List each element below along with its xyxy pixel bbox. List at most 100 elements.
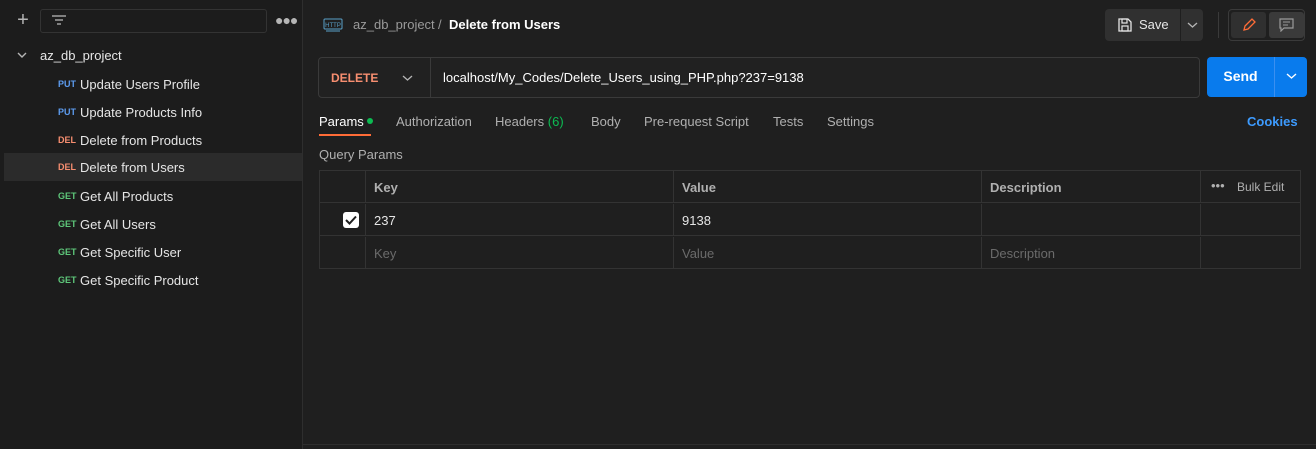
save-label: Save [1139, 17, 1169, 32]
save-options-button[interactable] [1180, 9, 1203, 41]
empty-cell [1201, 237, 1300, 269]
table-row-empty: Key Value Description [320, 237, 1300, 269]
tab-label: Params [319, 114, 364, 129]
save-icon [1118, 18, 1132, 32]
more-options-icon[interactable]: ••• [1211, 178, 1225, 193]
query-params-label: Query Params [319, 147, 403, 162]
params-table: Key Value Description ••• Bulk Edit 237 … [319, 170, 1301, 269]
send-button-group: Send [1207, 57, 1307, 97]
request-label: Update Users Profile [80, 77, 200, 92]
svg-text:HTTP: HTTP [325, 23, 341, 29]
edit-mode-button[interactable] [1231, 12, 1266, 38]
breadcrumb-separator: / [438, 17, 442, 32]
table-row: 237 9138 [320, 204, 1300, 236]
header-cell: Key [366, 171, 674, 203]
method-badge: PUT [58, 79, 76, 89]
headers-count: (6) [547, 114, 564, 129]
sidebar-request-item-active[interactable]: DEL Delete from Users [4, 153, 302, 181]
tab-pre-request-script[interactable]: Pre-request Script [644, 114, 749, 129]
header-cell: Description [982, 171, 1201, 203]
sidebar-request-item[interactable]: DEL Delete from Products [4, 126, 302, 154]
tab-tests[interactable]: Tests [773, 114, 803, 129]
new-key-input[interactable]: Key [366, 237, 674, 269]
tab-settings[interactable]: Settings [827, 114, 874, 129]
tab-authorization[interactable]: Authorization [396, 114, 472, 129]
more-options-icon[interactable]: ●●● [275, 11, 298, 29]
checkbox-cell [320, 204, 366, 236]
request-label: Delete from Users [80, 160, 185, 175]
sidebar-request-item[interactable]: GET Get Specific User [4, 238, 302, 266]
param-key: 237 [374, 213, 396, 228]
method-badge: DEL [58, 135, 76, 145]
param-value: 9138 [682, 213, 711, 228]
param-description-cell[interactable] [982, 204, 1201, 236]
collection-item[interactable]: az_db_project [0, 42, 302, 70]
new-description-input[interactable]: Description [982, 237, 1201, 269]
column-value: Value [682, 180, 716, 195]
request-tabs: Params Authorization Headers (6) Body Pr… [319, 110, 1299, 136]
method-badge: GET [58, 247, 77, 257]
request-label: Get Specific Product [80, 273, 199, 288]
collection-name: az_db_project [40, 48, 122, 63]
tab-body[interactable]: Body [591, 114, 621, 129]
filter-input[interactable] [40, 9, 267, 33]
cookies-link[interactable]: Cookies [1247, 114, 1298, 129]
method-badge: GET [58, 219, 77, 229]
method-badge: PUT [58, 107, 76, 117]
request-header: HTTP az_db_project / Delete from Users S… [303, 0, 1316, 50]
method-badge: DEL [58, 162, 76, 172]
sidebar-request-item[interactable]: GET Get All Users [4, 210, 302, 238]
request-label: Delete from Products [80, 133, 203, 148]
status-dot [366, 118, 373, 124]
empty-cell [1201, 204, 1300, 236]
header-cell: Value [674, 171, 982, 203]
send-button[interactable]: Send [1207, 68, 1274, 84]
view-toggle [1228, 9, 1305, 41]
request-label: Update Products Info [80, 105, 203, 120]
request-title[interactable]: Delete from Users [449, 17, 560, 32]
bulk-edit-button[interactable]: Bulk Edit [1237, 180, 1284, 194]
description-placeholder: Description [990, 246, 1056, 261]
sidebar-request-item[interactable]: PUT Update Products Info [4, 98, 302, 126]
sidebar-request-item[interactable]: GET Get All Products [4, 182, 302, 210]
tab-params[interactable]: Params [319, 114, 373, 129]
divider [1218, 12, 1219, 38]
param-checkbox[interactable] [343, 212, 359, 228]
sidebar-request-item[interactable]: PUT Update Users Profile [4, 70, 302, 98]
save-button-group: Save [1105, 9, 1203, 41]
new-value-input[interactable]: Value [674, 237, 982, 269]
filter-icon [52, 15, 66, 25]
comments-button[interactable] [1269, 12, 1304, 38]
value-placeholder: Value [682, 246, 715, 261]
request-label: Get All Products [80, 189, 174, 204]
comment-icon [1279, 18, 1294, 32]
request-editor: HTTP az_db_project / Delete from Users S… [303, 0, 1316, 449]
method-select[interactable]: DELETE [319, 58, 431, 97]
request-label: Get All Users [80, 217, 156, 232]
param-value-cell[interactable]: 9138 [674, 204, 982, 236]
chevron-down-icon [1187, 22, 1198, 28]
table-header-row: Key Value Description ••• Bulk Edit [320, 171, 1300, 203]
sidebar-request-item[interactable]: GET Get Specific Product [4, 266, 302, 294]
chevron-down-icon[interactable] [16, 49, 28, 61]
save-button[interactable]: Save [1105, 9, 1179, 41]
method-badge: GET [58, 275, 77, 285]
url-bar: DELETE localhost/My_Codes/Delete_Users_u… [318, 57, 1200, 98]
send-options-button[interactable] [1274, 57, 1307, 97]
checkmark-icon [345, 215, 357, 225]
http-icon: HTTP [323, 18, 343, 32]
method-value: DELETE [331, 71, 379, 85]
divider [303, 444, 1316, 445]
breadcrumb-collection[interactable]: az_db_project [353, 17, 435, 32]
tab-label: Headers [495, 114, 545, 129]
url-input[interactable]: localhost/My_Codes/Delete_Users_using_PH… [443, 70, 804, 85]
pencil-icon [1243, 18, 1256, 31]
request-label: Get Specific User [80, 245, 182, 260]
checkbox-cell [320, 237, 366, 269]
plus-icon[interactable]: + [14, 10, 32, 30]
param-key-cell[interactable]: 237 [366, 204, 674, 236]
tab-headers[interactable]: Headers (6) [495, 114, 564, 129]
bulk-edit-cell: ••• Bulk Edit [1201, 171, 1300, 203]
sidebar: + ●●● az_db_project PUT Update Users Pro… [0, 0, 303, 449]
active-tab-indicator [319, 134, 371, 136]
